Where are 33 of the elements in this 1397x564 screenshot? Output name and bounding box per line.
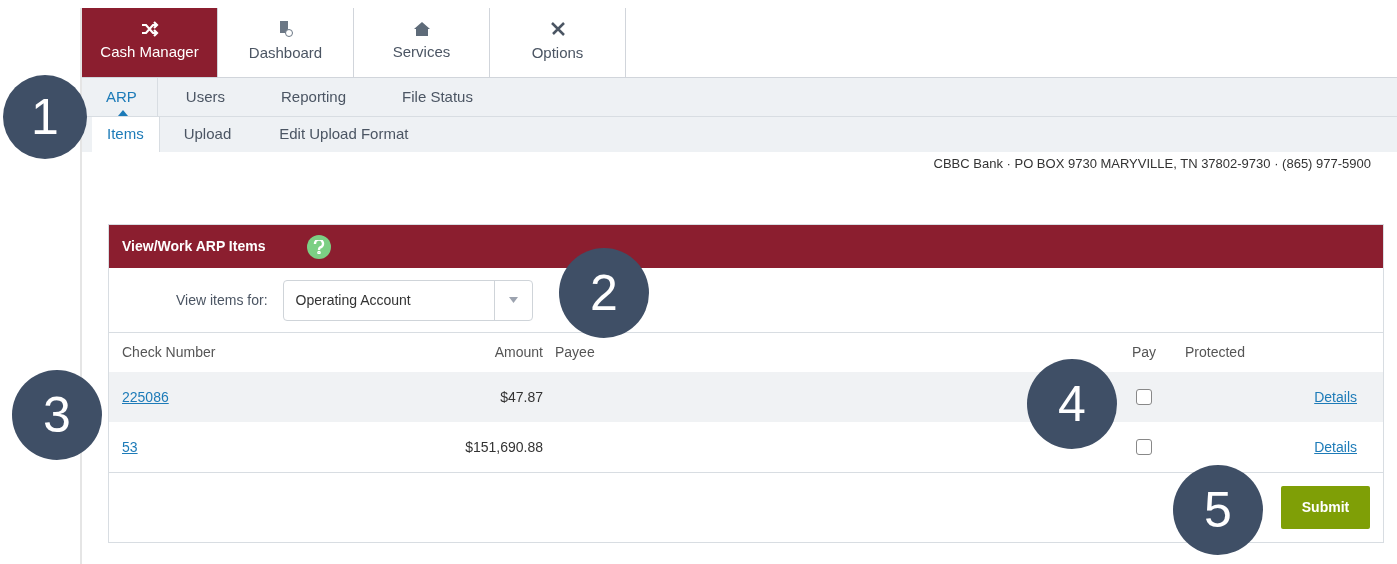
check-number-link[interactable]: 225086 [122,386,169,408]
bank-info: CBBC Bank · PO BOX 9730 MARYVILLE, TN 37802-9730 · (865) 977-5900 [933,155,1371,173]
step-number-badge: 3 [12,370,102,460]
sub-nav-tab[interactable]: Reporting [253,78,375,116]
details-link[interactable]: Details [1314,436,1357,458]
shuffle-icon [140,21,159,38]
pay-checkbox[interactable] [1136,439,1152,455]
column-header: Amount [494,343,543,362]
document-clock-icon [277,20,294,39]
sub-tab[interactable]: Edit Upload Format [255,117,433,152]
column-header: Payee [555,343,595,362]
pay-checkbox[interactable] [1136,389,1152,405]
help-icon[interactable] [307,234,332,259]
column-header: Check Number [122,343,216,362]
amount-cell-text: $151,690.88 [465,437,543,457]
amount-cell-text: $47.87 [500,387,543,407]
step-number-badge: 5 [1173,465,1263,555]
sub-nav-tab[interactable]: File Status [374,78,501,116]
panel-title: View/Work ARP Items [122,237,266,256]
sub-tab[interactable]: Upload [159,117,256,152]
column-header: Protected [1185,343,1245,362]
sub-nav-tab[interactable]: Users [157,78,253,116]
caret-icon [508,297,518,303]
sub-tab[interactable]: Items [92,117,160,152]
filter-label: View items for: [176,290,268,310]
details-link[interactable]: Details [1314,386,1357,408]
account-select[interactable]: Operating Account [282,279,533,321]
column-header: Pay [1131,343,1157,362]
step-number-badge: 1 [3,75,87,159]
check-number-link[interactable]: 53 [122,436,138,458]
step-number-badge: 2 [559,248,649,338]
house-icon [412,21,431,38]
top-nav-tab[interactable]: Cash Manager [82,8,218,77]
